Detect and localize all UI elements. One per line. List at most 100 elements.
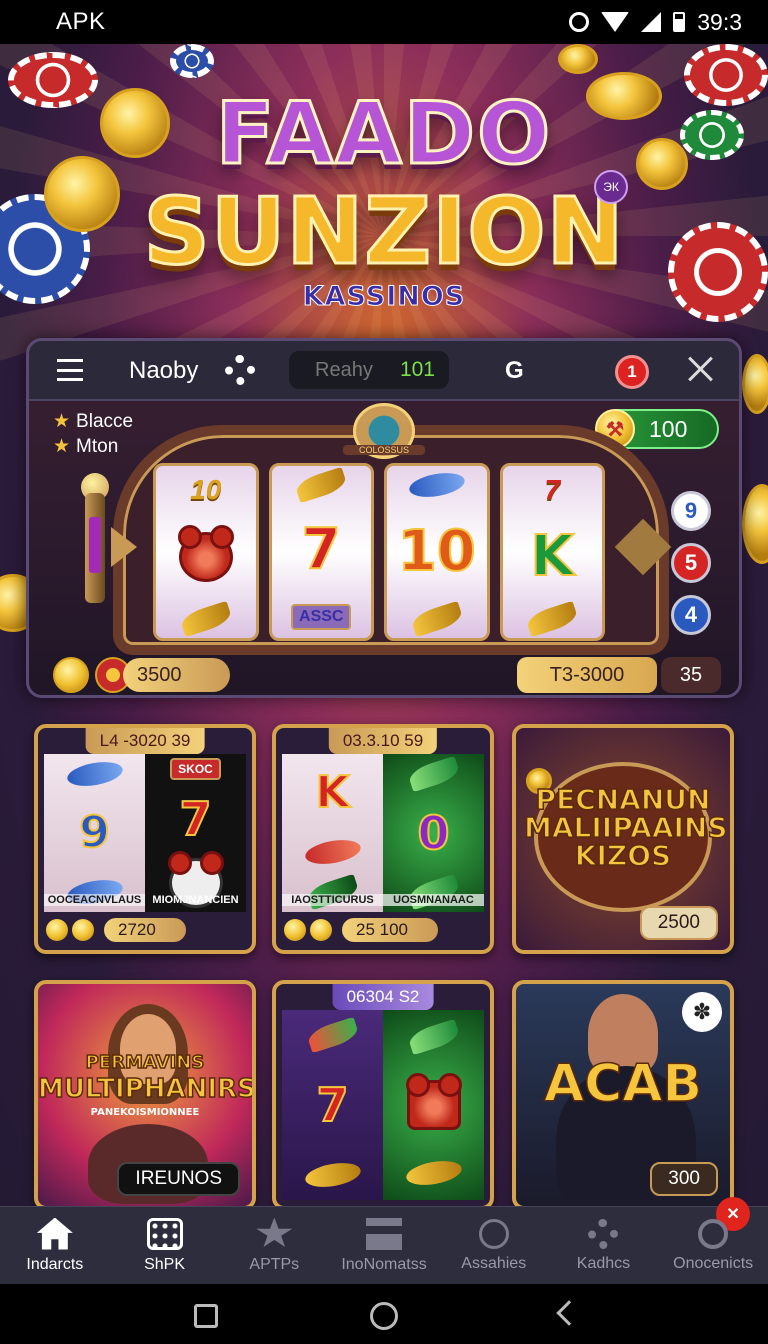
- game-card[interactable]: PECNANUN MALIIPAAINS KIZOS 2500: [512, 724, 734, 954]
- gear-coin-icon: [46, 919, 68, 941]
- nav-label: Assahies: [461, 1254, 527, 1272]
- payline-numbers: 9 5 4: [671, 491, 711, 635]
- status-bar: APK 39:3: [0, 0, 768, 44]
- card-art: K IAOSTTICURUS 0 UOSMNANAAC: [282, 754, 484, 912]
- nav-label: APTPs: [249, 1255, 300, 1273]
- reel-symbol-top: 10: [190, 474, 222, 505]
- reel-2: 7 ASSC: [268, 463, 374, 641]
- star-icon: ★: [53, 436, 71, 457]
- g-button[interactable]: G: [505, 357, 524, 385]
- leaf-icon: [294, 466, 349, 504]
- menu-icon[interactable]: [57, 359, 83, 381]
- reel-1: 10: [153, 463, 259, 641]
- nav-item-inonomatss[interactable]: InoNomatss: [329, 1207, 439, 1284]
- wifi-icon: [601, 12, 630, 32]
- grid-icon: [146, 1217, 183, 1250]
- nav-item-assahies[interactable]: Assahies: [439, 1207, 549, 1284]
- clock: 39:3: [697, 8, 742, 35]
- notification-badge[interactable]: 1: [615, 355, 649, 389]
- gear-coin-icon: [53, 657, 89, 693]
- app-logo: FAADO SUNZION KASSINOS: [0, 83, 768, 313]
- card-title: PECNANUN MALIIPAAINS KIZOS: [523, 783, 728, 872]
- nav-item-onocenicts[interactable]: ✕ Onocenicts: [658, 1197, 768, 1284]
- reel-symbol-middle: 10: [397, 519, 477, 584]
- gear-coin-icon: [284, 919, 306, 941]
- card-art: 7: [282, 1010, 484, 1200]
- slot-lever[interactable]: [85, 493, 105, 603]
- payline-number[interactable]: 5: [671, 543, 711, 583]
- card-title: ACAB: [543, 1054, 703, 1114]
- gold-coin-icon: [742, 354, 768, 414]
- card-art-left: 7: [282, 1010, 383, 1200]
- coin-stack-icon: [303, 1158, 362, 1191]
- card-footer: 25 100: [284, 916, 482, 944]
- payline-number[interactable]: 4: [671, 595, 711, 635]
- reel-symbol-bottom: ASSC: [291, 604, 352, 630]
- battery-icon: [673, 12, 686, 32]
- close-icon[interactable]: [685, 353, 717, 385]
- reel-symbol-middle: K: [530, 524, 575, 589]
- nav-label: InoNomatss: [341, 1255, 427, 1273]
- fish-icon: [407, 469, 467, 501]
- bet-button[interactable]: 35: [661, 657, 721, 693]
- k-symbol: K: [314, 766, 350, 819]
- reel-symbol-middle: 7: [301, 517, 342, 582]
- card-subtitle: PANEKOISMIONNEE: [90, 1107, 200, 1118]
- logo-title-main: SUNZION: [142, 177, 625, 287]
- logo-title-top: FAADO: [214, 83, 553, 186]
- game-card[interactable]: 03.3.10 59 K IAOSTTICURUS 0 UOSMNANAAC 2…: [272, 724, 494, 954]
- card-tag: L4 -3020 39: [85, 728, 205, 754]
- signal-icon: [641, 12, 662, 32]
- card-title-small: PERMAVINS: [85, 1052, 205, 1073]
- star-list: ★ Blacce ★ Mton: [53, 409, 133, 459]
- card-art: 9 OOCEACNVLAUS SKOC 7 MIOMJNANCIEN: [44, 754, 246, 912]
- recents-icon[interactable]: [194, 1304, 218, 1328]
- card-value: 300: [650, 1162, 718, 1196]
- payline-number[interactable]: 9: [671, 491, 711, 531]
- nav-item-kadhcs[interactable]: Kadhcs: [549, 1207, 659, 1284]
- logo-badge: ЭК: [594, 170, 628, 204]
- home-icon: [36, 1217, 73, 1250]
- nav-item-indarcts[interactable]: Indarcts: [0, 1207, 110, 1284]
- nav-label: ShPK: [144, 1255, 186, 1273]
- card-tag: 03.3.10 59: [328, 728, 438, 754]
- nav-label: Indarcts: [26, 1255, 84, 1273]
- paw-icon: ✽: [682, 992, 722, 1032]
- nav-item-aptps[interactable]: APTPs: [219, 1207, 329, 1284]
- fish-icon: [303, 836, 362, 868]
- ring-icon: [478, 1218, 509, 1249]
- card-footer: 2720: [46, 916, 244, 944]
- bar-icon: [366, 1217, 403, 1250]
- game-card[interactable]: L4 -3020 39 9 OOCEACNVLAUS SKOC 7 MIOMJN…: [34, 724, 256, 954]
- gold-coin-icon: [558, 44, 598, 74]
- bear-icon: [177, 525, 234, 582]
- bottom-navigation: Indarcts ShPK APTPs InoNomatss Assahies …: [0, 1197, 768, 1284]
- star-icon: ★: [53, 411, 71, 432]
- balance-value: 3500: [123, 658, 230, 692]
- star-item: ★ Blacce: [53, 411, 134, 432]
- crest-label: COLOSSUS: [343, 445, 425, 455]
- slot-reels: 10 7 ASSC 10 7 K: [153, 463, 605, 641]
- card-value: 2720: [104, 918, 186, 942]
- game-card[interactable]: PERMAVINS MULTIPHANIRS PANEKOISMIONNEE I…: [34, 980, 256, 1210]
- carrier-label: APK: [56, 8, 106, 35]
- slot-machine-panel: Naoby Reahy 101 G 1 ★ Blacce ★ Mton ⚒ 100 …: [26, 338, 742, 698]
- seven-symbol: 7: [178, 791, 212, 847]
- poker-chip-icon: [170, 44, 214, 78]
- nav-item-shpk[interactable]: ShPK: [110, 1207, 220, 1284]
- hotspot-icon: [569, 12, 590, 32]
- coin-balance-value: 100: [649, 415, 688, 442]
- home-circle-icon[interactable]: [370, 1302, 398, 1330]
- nav-label: Kadhcs: [576, 1254, 631, 1272]
- logo-subtitle: KASSINOS: [302, 281, 466, 313]
- nine-symbol: 9: [78, 806, 111, 859]
- reel-4: 7 K: [499, 463, 605, 641]
- search-input[interactable]: Reahy 101: [289, 351, 449, 389]
- game-card[interactable]: ✽ ACAB 300: [512, 980, 734, 1210]
- card-art-right: SKOC 7 MIOMJNANCIEN: [145, 754, 246, 912]
- back-icon[interactable]: [556, 1300, 582, 1326]
- game-card[interactable]: 06304 S2 7: [272, 980, 494, 1210]
- arrow-left-icon: [111, 527, 137, 567]
- coin-stack-icon: [404, 1157, 463, 1189]
- gear-icon[interactable]: [225, 355, 255, 385]
